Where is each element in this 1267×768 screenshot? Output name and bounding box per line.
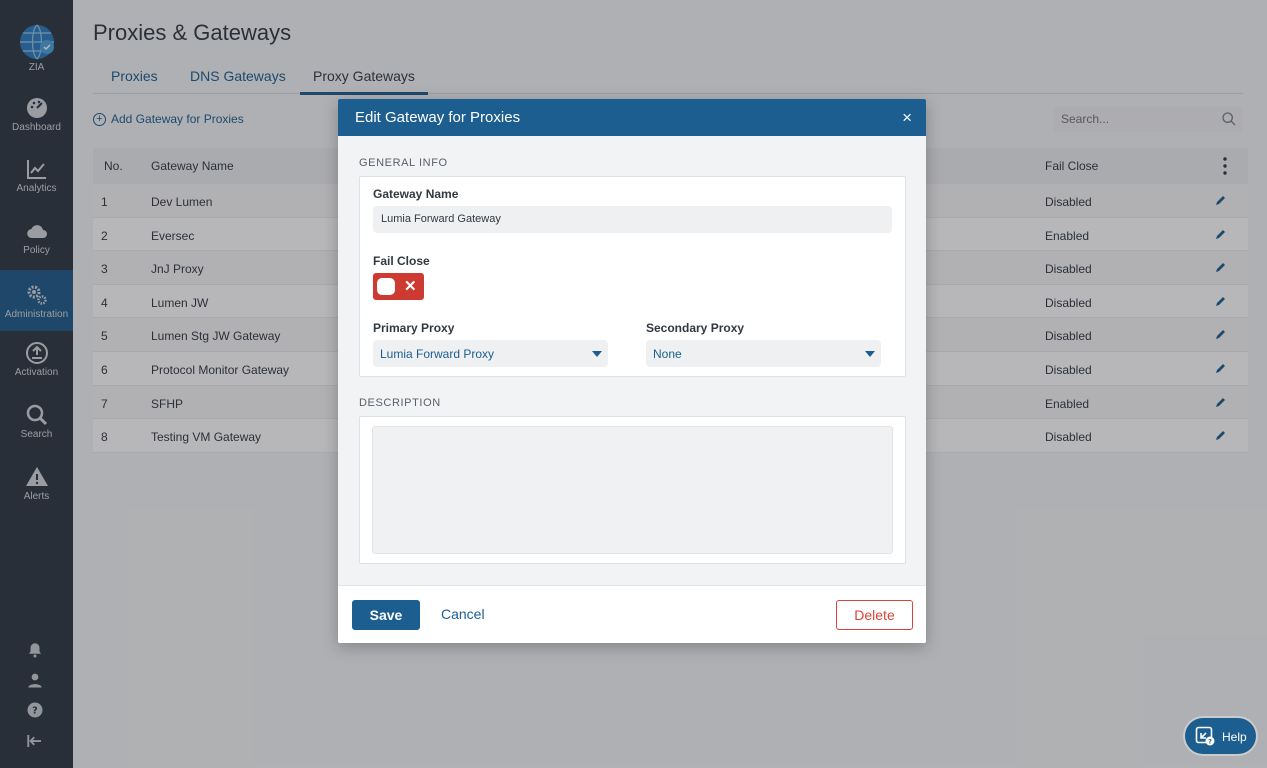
primary-proxy-select[interactable]: Lumia Forward Proxy: [373, 340, 608, 367]
chevron-down-icon: [865, 351, 875, 357]
modal-title: Edit Gateway for Proxies: [355, 109, 521, 126]
close-icon[interactable]: ×: [902, 108, 912, 128]
general-info-card: Gateway Name Lumia Forward Gateway Fail …: [359, 176, 906, 377]
fail-close-label: Fail Close: [373, 254, 430, 268]
gateway-name-field[interactable]: Lumia Forward Gateway: [373, 206, 892, 233]
delete-button[interactable]: Delete: [836, 600, 913, 630]
fail-close-toggle[interactable]: ✕: [373, 273, 424, 300]
description-heading: DESCRIPTION: [359, 397, 441, 409]
help-label: Help: [1222, 730, 1247, 744]
modal-footer: Save Cancel Delete: [338, 585, 926, 643]
gateway-name-label: Gateway Name: [373, 187, 459, 201]
primary-proxy-value: Lumia Forward Proxy: [380, 347, 495, 361]
cancel-button[interactable]: Cancel: [441, 606, 485, 622]
toggle-knob: [377, 278, 395, 295]
description-textarea[interactable]: [372, 426, 893, 554]
primary-proxy-label: Primary Proxy: [373, 321, 455, 335]
edit-gateway-modal: Edit Gateway for Proxies × GENERAL INFO …: [338, 99, 926, 643]
secondary-proxy-value: None: [653, 347, 682, 361]
help-button[interactable]: ? Help: [1185, 718, 1256, 754]
modal-header: Edit Gateway for Proxies ×: [338, 99, 926, 136]
svg-text:?: ?: [1208, 738, 1212, 746]
description-card: [359, 416, 906, 564]
secondary-proxy-select[interactable]: None: [646, 340, 881, 367]
chevron-down-icon: [592, 351, 602, 357]
help-widget-icon: ?: [1195, 726, 1215, 746]
close-x-icon: ✕: [404, 278, 417, 295]
general-info-heading: GENERAL INFO: [359, 157, 448, 169]
save-button[interactable]: Save: [352, 600, 420, 630]
secondary-proxy-label: Secondary Proxy: [646, 321, 745, 335]
